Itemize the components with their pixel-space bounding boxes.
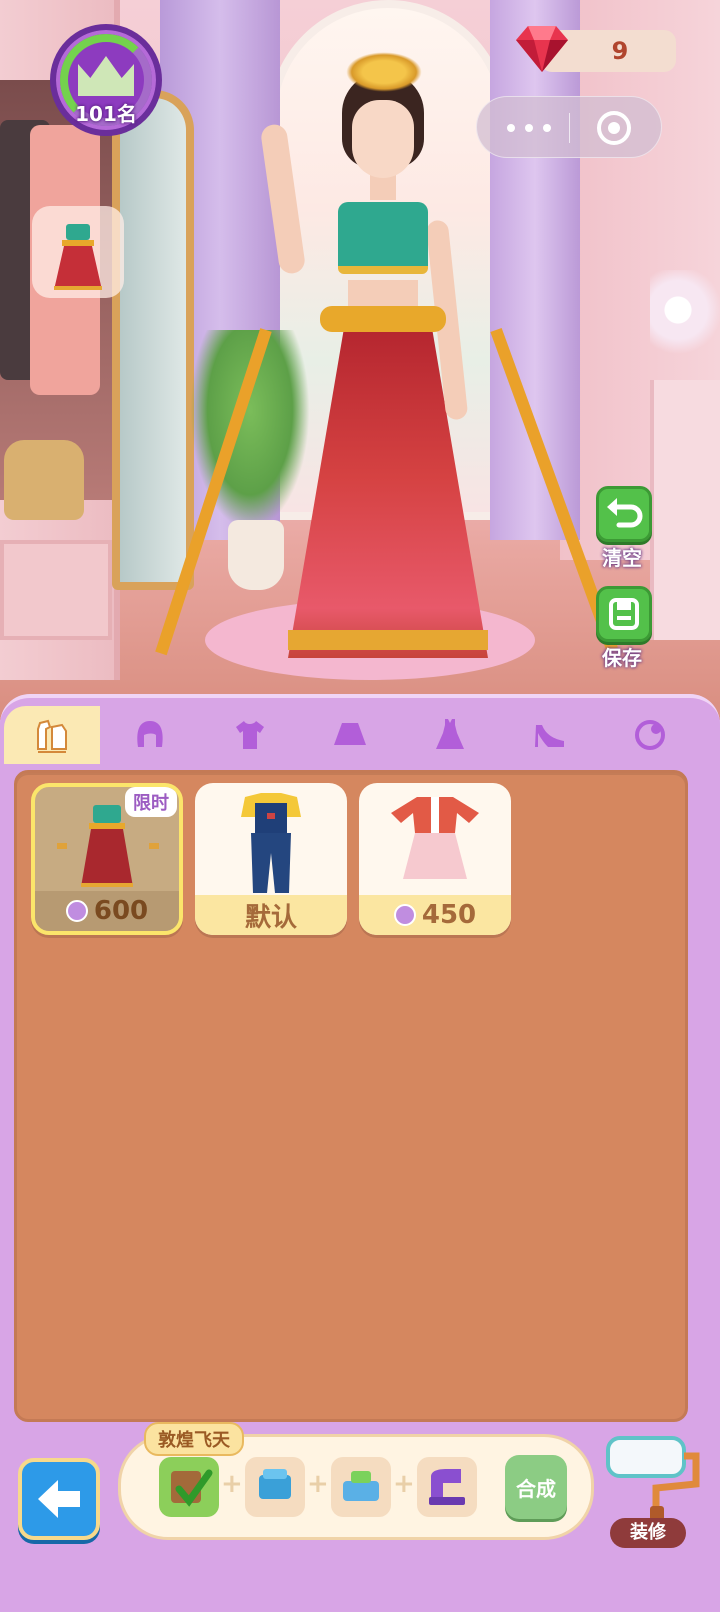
craft-material-slot[interactable] xyxy=(245,1457,305,1517)
gem-icon xyxy=(516,26,568,72)
craft-material-slot[interactable] xyxy=(331,1457,391,1517)
save-button[interactable] xyxy=(596,586,652,642)
drawer xyxy=(0,540,112,640)
standing-mirror xyxy=(112,90,194,590)
crop-top xyxy=(338,202,428,274)
tab-accessory[interactable] xyxy=(602,706,698,764)
overalls-icon xyxy=(241,793,301,893)
headdress xyxy=(346,52,422,92)
flower-vase xyxy=(650,270,720,370)
coin-icon xyxy=(393,904,416,926)
item-price: 600 xyxy=(35,891,179,931)
limited-time-badge: 限时 xyxy=(125,787,177,817)
tab-dress[interactable] xyxy=(402,706,498,764)
face xyxy=(352,100,414,178)
price-value: 450 xyxy=(421,900,477,930)
accessory-icon xyxy=(635,720,665,750)
craft-material-slot[interactable] xyxy=(159,1457,219,1517)
save-icon xyxy=(609,598,639,630)
back-arrow-icon xyxy=(38,1480,80,1518)
mini-program-capsule xyxy=(476,96,662,158)
rank-badge[interactable]: 101名 xyxy=(50,24,162,136)
fabric-icon xyxy=(259,1469,291,1499)
divider xyxy=(569,113,570,143)
price-value: 600 xyxy=(93,896,149,926)
item-price: 450 xyxy=(359,895,511,935)
paint-roller-icon xyxy=(606,1436,700,1524)
skirt-hem xyxy=(288,630,488,650)
gem-count: 9 xyxy=(611,37,629,65)
coin-icon xyxy=(65,900,88,922)
save-label: 保存 xyxy=(602,646,642,670)
decorate-label: 装修 xyxy=(610,1518,686,1548)
handbag xyxy=(4,440,84,520)
sewing-machine-icon xyxy=(429,1469,465,1505)
tab-top[interactable] xyxy=(202,706,298,764)
item-grid: 限时 600 默认 450 xyxy=(14,770,688,1422)
clear-label: 清空 xyxy=(602,546,642,570)
current-outfit-thumbnail[interactable] xyxy=(32,206,124,298)
wardrobe-panel: 限时 600 默认 450 + + + 合成 敦煌飞天 装修 xyxy=(0,694,720,1612)
undo-icon xyxy=(607,498,643,528)
hair-icon xyxy=(137,721,163,747)
more-icon[interactable] xyxy=(499,97,559,159)
raised-arm xyxy=(259,122,307,276)
tab-skirt[interactable] xyxy=(302,706,398,764)
item-card[interactable]: 限时 600 xyxy=(31,783,183,935)
red-dress-icon xyxy=(391,797,479,879)
tool-icon xyxy=(343,1471,379,1501)
shirt-icon xyxy=(236,721,264,749)
decorate-button[interactable]: 装修 xyxy=(600,1426,704,1548)
item-card[interactable]: 默认 xyxy=(195,783,347,935)
item-price: 默认 xyxy=(195,895,347,935)
craft-set-title: 敦煌飞天 xyxy=(144,1422,244,1456)
side-table xyxy=(650,380,720,640)
plus-icon: + xyxy=(221,1469,243,1499)
tab-hair[interactable] xyxy=(102,706,198,764)
back-button[interactable] xyxy=(18,1458,100,1540)
high-heel-icon xyxy=(535,725,564,747)
gold-belt xyxy=(320,306,446,332)
outfit-set-icon xyxy=(37,719,67,753)
dress-icon xyxy=(436,719,464,749)
category-tabs xyxy=(0,706,720,764)
tab-outfit[interactable] xyxy=(4,706,100,764)
close-target-icon[interactable] xyxy=(597,111,631,145)
tab-shoes[interactable] xyxy=(502,706,598,764)
clear-button[interactable] xyxy=(596,486,652,542)
item-card[interactable]: 450 xyxy=(359,783,511,935)
rank-label: 101名 xyxy=(75,102,137,126)
synthesize-button[interactable]: 合成 xyxy=(505,1455,567,1519)
plus-icon: + xyxy=(393,1469,415,1499)
plus-icon: + xyxy=(307,1469,329,1499)
skirt-icon xyxy=(334,723,366,745)
outfit-set-icon xyxy=(54,224,102,290)
craft-material-slot[interactable] xyxy=(417,1457,477,1517)
check-icon xyxy=(171,1469,213,1507)
default-label: 默认 xyxy=(244,902,297,933)
